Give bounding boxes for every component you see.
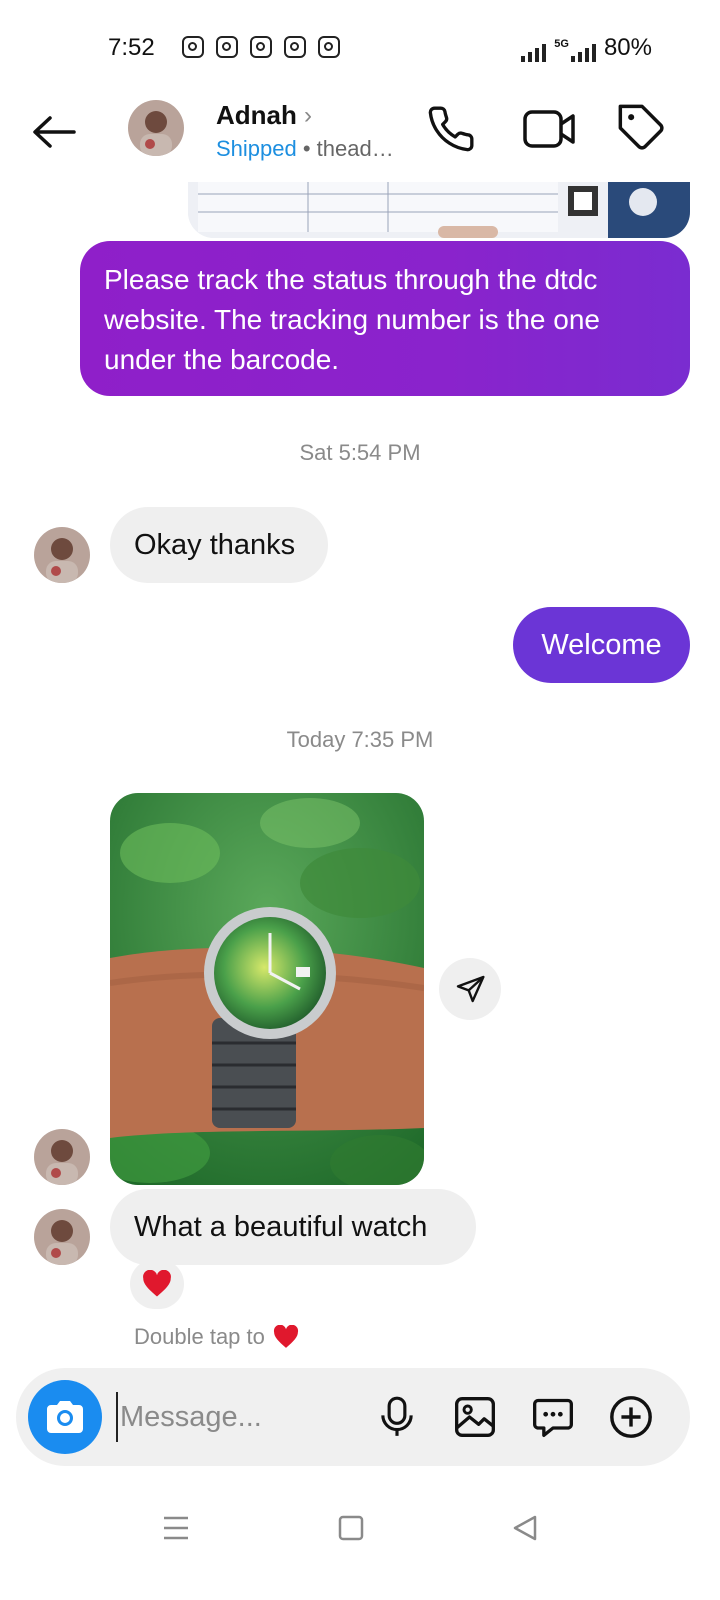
heart-icon	[273, 1325, 298, 1348]
status-indicators: 5G 80%	[521, 34, 652, 62]
watch-photo[interactable]	[110, 793, 424, 1185]
instagram-icon	[318, 36, 340, 58]
avatar[interactable]	[34, 1129, 90, 1185]
timestamp: Today 7:35 PM	[286, 727, 434, 752]
network-type: 5G	[554, 38, 569, 50]
signal-icon	[570, 40, 596, 62]
tag-icon[interactable]	[616, 102, 668, 154]
outgoing-message[interactable]: Welcome	[513, 607, 690, 683]
double-tap-text: Double tap to	[134, 1324, 265, 1349]
timestamp: Sat 5:54 PM	[299, 440, 421, 465]
sticker-icon[interactable]	[528, 1392, 578, 1442]
incoming-message[interactable]: Okay thanks	[110, 507, 328, 583]
add-icon[interactable]	[606, 1392, 656, 1442]
status-time: 7:52	[108, 34, 155, 61]
camera-button[interactable]	[28, 1380, 102, 1454]
status-bar: 7:52 5G 80%	[0, 0, 720, 90]
instagram-icon	[284, 36, 306, 58]
send-icon	[456, 975, 485, 1003]
shipping-receipt-image[interactable]	[188, 182, 690, 238]
signal-icon	[521, 40, 547, 62]
back-arrow-icon[interactable]	[30, 112, 78, 152]
double-tap-hint: Double tap to	[134, 1324, 299, 1350]
instagram-icon	[182, 36, 204, 58]
recents-icon[interactable]	[156, 1508, 196, 1548]
video-call-icon[interactable]	[522, 104, 576, 154]
system-nav-bar	[0, 1490, 720, 1600]
instagram-icon	[216, 36, 238, 58]
outgoing-message[interactable]: Please track the status through the dtdc…	[80, 241, 690, 396]
heart-icon	[143, 1270, 171, 1297]
camera-icon	[47, 1401, 83, 1433]
share-button[interactable]	[439, 958, 501, 1020]
chat-header: Adnah › Shipped • thead…	[0, 90, 720, 180]
battery-level: 80%	[603, 34, 652, 61]
home-icon[interactable]	[331, 1508, 371, 1548]
incoming-message[interactable]: What a beautiful watch	[110, 1189, 476, 1265]
avatar[interactable]	[128, 100, 184, 156]
subtitle-text: • thead…	[296, 136, 394, 161]
message-input[interactable]	[116, 1392, 366, 1442]
contact-name[interactable]: Adnah	[216, 100, 297, 131]
avatar[interactable]	[34, 1209, 90, 1265]
instagram-icon	[250, 36, 272, 58]
status-label: Shipped	[216, 136, 297, 161]
heart-reaction[interactable]	[130, 1259, 184, 1309]
notification-icons	[182, 36, 340, 58]
back-triangle-icon[interactable]	[505, 1508, 545, 1548]
gallery-icon[interactable]	[450, 1392, 500, 1442]
phone-icon[interactable]	[426, 104, 476, 154]
message-composer	[16, 1368, 690, 1466]
microphone-icon[interactable]	[372, 1392, 422, 1442]
chevron-right-icon[interactable]: ›	[304, 102, 312, 130]
contact-subtitle: Shipped • thead…	[216, 136, 394, 162]
avatar[interactable]	[34, 527, 90, 583]
